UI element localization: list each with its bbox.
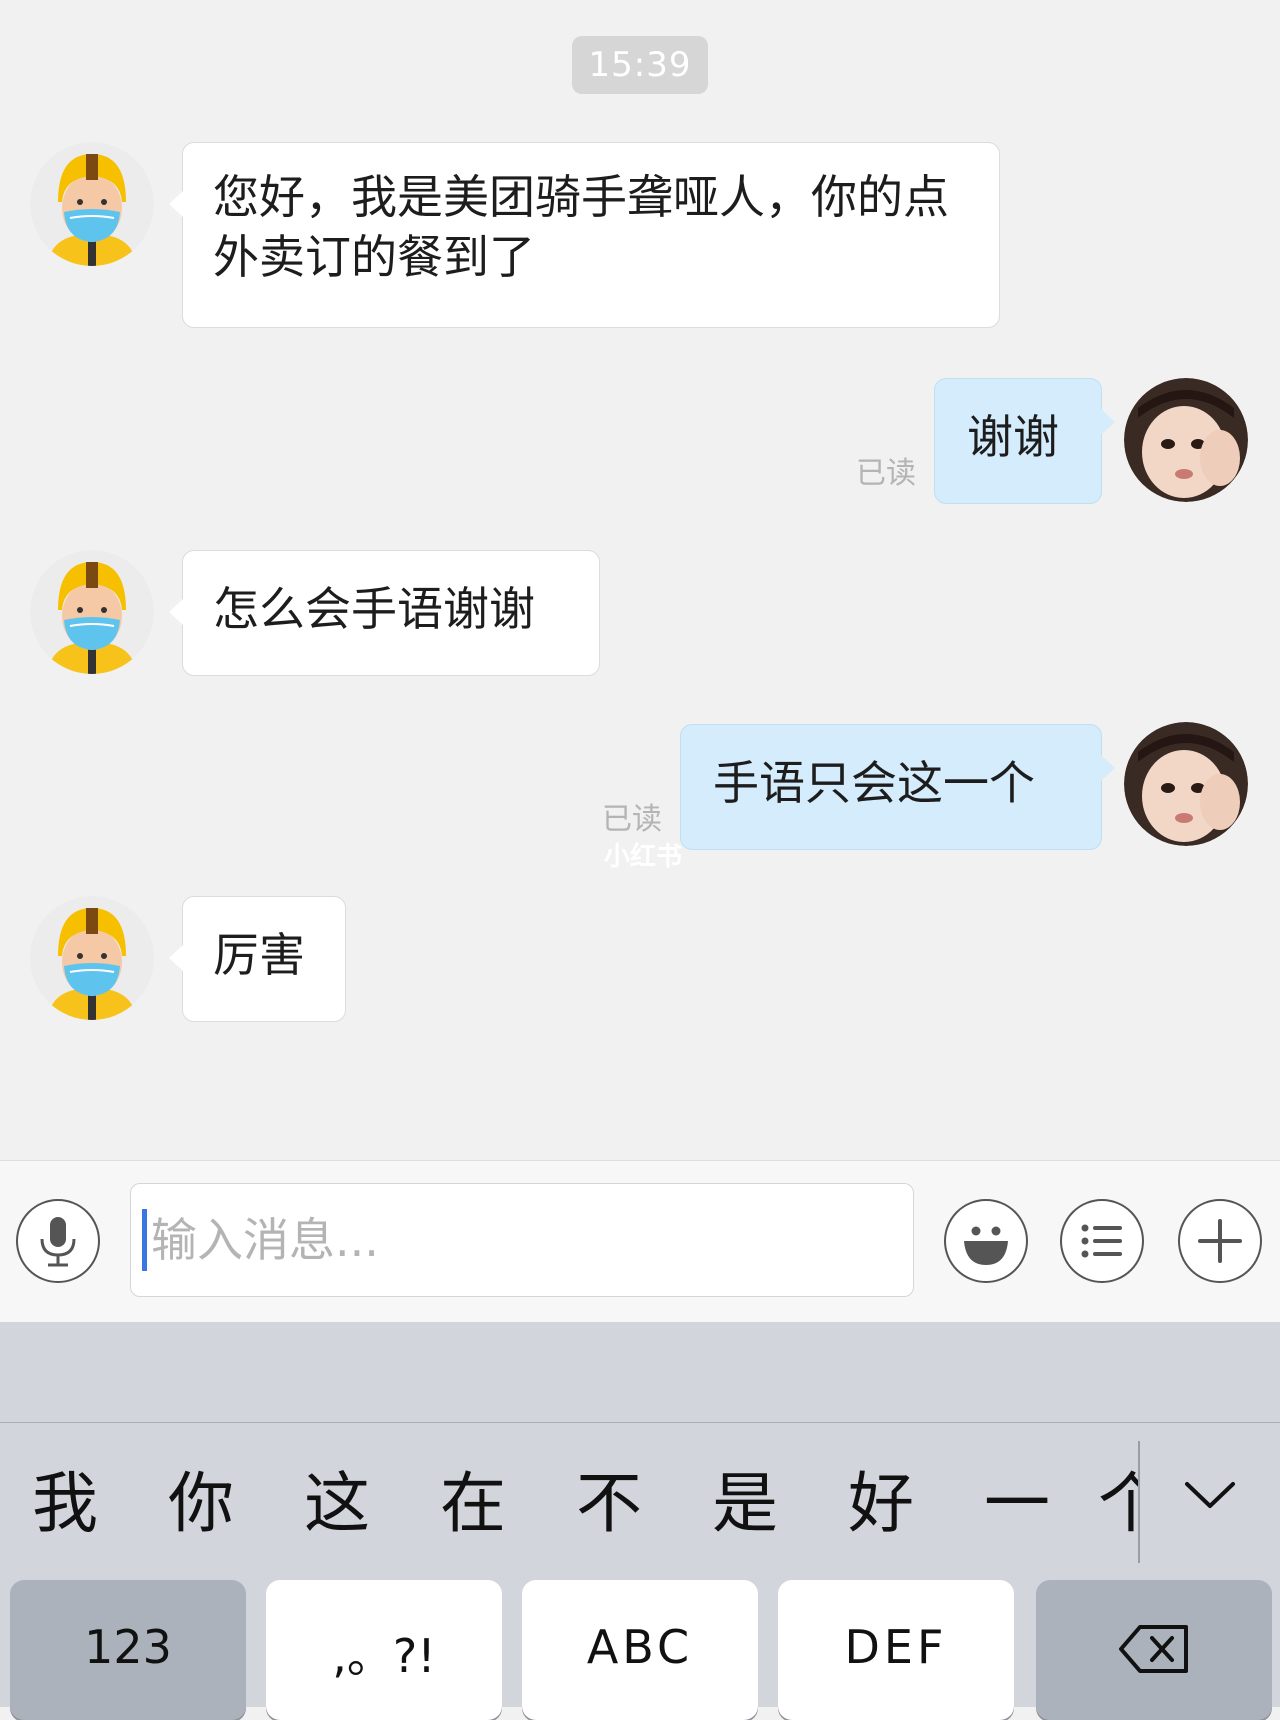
more-button[interactable] bbox=[1178, 1199, 1262, 1283]
list-icon bbox=[1081, 1224, 1122, 1258]
outgoing-message-bubble[interactable]: 手语只会这一个 bbox=[680, 724, 1115, 850]
menu-button[interactable] bbox=[1060, 1199, 1144, 1283]
candidate-word[interactable]: 这 bbox=[282, 1423, 392, 1573]
key-punctuation[interactable]: ,。?! bbox=[266, 1580, 502, 1720]
message-text: 手语只会这一个 bbox=[713, 756, 1035, 810]
keyboard-keys: 123 ,。?! ABC DEF bbox=[0, 1572, 1280, 1720]
backspace-icon bbox=[1119, 1625, 1188, 1673]
chevron-down-icon bbox=[1185, 1482, 1235, 1508]
courier-avatar[interactable] bbox=[30, 142, 154, 266]
voice-button[interactable] bbox=[16, 1199, 100, 1283]
key-label: ABC bbox=[586, 1620, 694, 1674]
user-avatar[interactable] bbox=[1124, 378, 1248, 502]
emoji-icon bbox=[964, 1226, 1008, 1265]
message-text: 您好，我是美团骑手聋哑人，你的点外卖订的餐到了 bbox=[213, 170, 949, 284]
backspace-key[interactable] bbox=[1036, 1580, 1272, 1720]
courier-avatar[interactable] bbox=[30, 550, 154, 674]
candidate-word[interactable]: 在 bbox=[418, 1423, 528, 1573]
expand-candidates-button[interactable] bbox=[1162, 1465, 1258, 1525]
microphone-icon bbox=[40, 1217, 76, 1267]
candidate-bar: 我 你 这 在 不 是 好 一 个 bbox=[0, 1422, 1280, 1573]
read-receipt: 已读 bbox=[856, 456, 916, 491]
courier-avatar[interactable] bbox=[30, 896, 154, 1020]
message-input[interactable] bbox=[130, 1183, 914, 1297]
plus-icon bbox=[1198, 1219, 1242, 1263]
outgoing-message-bubble[interactable]: 谢谢 bbox=[934, 378, 1115, 504]
message-text: 怎么会手语谢谢 bbox=[213, 582, 535, 636]
candidate-word[interactable]: 个 bbox=[1098, 1423, 1138, 1573]
text-caret bbox=[142, 1209, 147, 1271]
message-text: 厉害 bbox=[213, 928, 305, 982]
candidate-word[interactable]: 不 bbox=[554, 1423, 664, 1573]
message-text: 谢谢 bbox=[967, 410, 1059, 464]
watermark-text: 小红书 bbox=[604, 842, 683, 872]
message-input-bar bbox=[0, 1160, 1280, 1323]
candidate-word[interactable]: 一 bbox=[962, 1423, 1072, 1573]
key-abc[interactable]: ABC bbox=[522, 1580, 758, 1720]
key-def[interactable]: DEF bbox=[778, 1580, 1014, 1720]
keyboard-composition-area bbox=[0, 1322, 1280, 1422]
candidate-word[interactable]: 是 bbox=[690, 1423, 800, 1573]
incoming-message-bubble[interactable]: 您好，我是美团骑手聋哑人，你的点外卖订的餐到了 bbox=[169, 142, 1000, 328]
emoji-button[interactable] bbox=[944, 1199, 1028, 1283]
candidate-divider bbox=[1138, 1441, 1140, 1563]
candidate-word[interactable]: 好 bbox=[826, 1423, 936, 1573]
incoming-message-bubble[interactable]: 怎么会手语谢谢 bbox=[169, 550, 600, 676]
key-123[interactable]: 123 bbox=[10, 1580, 246, 1720]
candidate-word[interactable]: 我 bbox=[10, 1423, 120, 1573]
candidate-word[interactable]: 你 bbox=[146, 1423, 256, 1573]
user-avatar[interactable] bbox=[1124, 722, 1248, 846]
key-label: ,。?! bbox=[332, 1629, 436, 1683]
key-label: 123 bbox=[84, 1620, 172, 1674]
message-timestamp: 15:39 bbox=[572, 36, 708, 94]
read-receipt: 已读 bbox=[602, 802, 662, 837]
chat-area[interactable]: 15:39 您好，我是美团骑手聋哑人，你的点外卖订的餐到了 已读 谢谢 怎么会手… bbox=[0, 0, 1280, 1160]
key-label: DEF bbox=[844, 1620, 948, 1674]
incoming-message-bubble[interactable]: 厉害 bbox=[169, 896, 346, 1022]
